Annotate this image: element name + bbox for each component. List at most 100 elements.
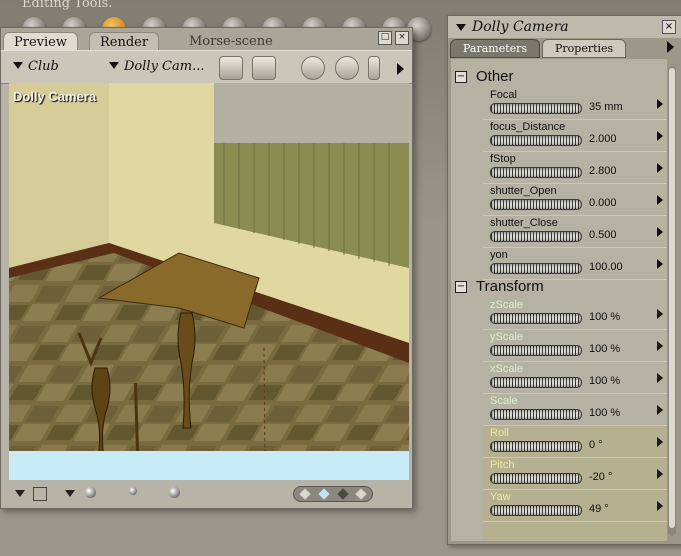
param-row[interactable]: Roll 0 ° <box>483 426 667 458</box>
param-row[interactable]: focus_Distance 2.000 <box>483 120 667 152</box>
close-icon[interactable]: × <box>662 20 676 34</box>
param-row[interactable]: zScale 100 % <box>483 298 667 330</box>
param-menu-arrow-icon[interactable] <box>657 469 663 479</box>
group-other[interactable]: − Other <box>451 67 667 87</box>
param-menu-arrow-icon[interactable] <box>657 373 663 383</box>
maximize-icon[interactable]: □ <box>378 31 392 45</box>
camera-marquee-icon[interactable] <box>252 56 276 80</box>
param-dial[interactable] <box>490 473 582 484</box>
preview-toolbar: Club Dolly Cam... <box>1 50 412 84</box>
param-menu-arrow-icon[interactable] <box>657 501 663 511</box>
figure-dropdown[interactable]: Club <box>13 59 59 74</box>
param-value[interactable]: 35 mm <box>589 101 623 113</box>
3d-viewport[interactable]: Dolly Camera <box>9 83 409 480</box>
param-menu-arrow-icon[interactable] <box>657 195 663 205</box>
lighting-dropdown-icon[interactable] <box>65 490 75 497</box>
param-menu-arrow-icon[interactable] <box>657 131 663 141</box>
param-value[interactable]: 100.00 <box>589 261 623 273</box>
multi-sphere-icon[interactable] <box>129 487 137 495</box>
param-row[interactable]: shutter_Open 0.000 <box>483 184 667 216</box>
param-dial[interactable] <box>490 313 582 324</box>
param-value[interactable]: 2.800 <box>589 165 617 177</box>
param-menu-arrow-icon[interactable] <box>657 309 663 319</box>
param-value[interactable]: -20 ° <box>589 471 612 483</box>
param-value[interactable]: 100 % <box>589 311 620 323</box>
tab-properties[interactable]: Properties <box>542 39 627 58</box>
param-name: fStop <box>490 153 516 165</box>
layout-dot-icon[interactable] <box>355 488 367 500</box>
param-row[interactable]: fStop 2.800 <box>483 152 667 184</box>
param-dial[interactable] <box>490 409 582 420</box>
param-dial[interactable] <box>490 505 582 516</box>
param-dial[interactable] <box>490 231 582 242</box>
panel-title-bar: Dolly Camera × <box>448 16 681 38</box>
param-value[interactable]: 0 ° <box>589 439 603 451</box>
param-row[interactable]: yon 100.00 <box>483 248 667 280</box>
group-label: Other <box>476 68 514 85</box>
preview-tabbar: Preview Render Morse-scene □ × <box>1 28 412 52</box>
toolbar-more-arrow-icon[interactable] <box>397 63 404 75</box>
param-name: Focal <box>490 89 517 101</box>
param-row[interactable]: Pitch -20 ° <box>483 458 667 490</box>
render-sphere-icon[interactable] <box>169 487 180 498</box>
param-dial[interactable] <box>490 167 582 178</box>
tab-preview[interactable]: Preview <box>3 32 78 52</box>
param-row[interactable]: shutter_Close 0.500 <box>483 216 667 248</box>
camera-select-icon[interactable] <box>219 56 243 80</box>
param-value[interactable]: 0.000 <box>589 197 617 209</box>
param-value[interactable]: 2.000 <box>589 133 617 145</box>
tab-morse-scene[interactable]: Morse-scene <box>179 32 283 51</box>
layout-dot-icon[interactable] <box>318 488 330 500</box>
param-row[interactable]: xScale 100 % <box>483 362 667 394</box>
collapse-icon[interactable]: − <box>455 71 467 83</box>
layout-dot-icon[interactable] <box>337 488 349 500</box>
param-menu-arrow-icon[interactable] <box>657 99 663 109</box>
param-menu-arrow-icon[interactable] <box>657 163 663 173</box>
param-menu-arrow-icon[interactable] <box>657 227 663 237</box>
param-name: xScale <box>490 363 524 375</box>
param-row-partial[interactable] <box>483 522 667 541</box>
param-dial[interactable] <box>490 199 582 210</box>
param-dial[interactable] <box>490 103 582 114</box>
param-row[interactable]: Focal 35 mm <box>483 88 667 120</box>
panel-menu-arrow-icon[interactable] <box>667 41 674 53</box>
param-menu-arrow-icon[interactable] <box>657 405 663 415</box>
chevron-down-icon[interactable] <box>456 24 466 31</box>
tab-render[interactable]: Render <box>89 32 160 52</box>
param-row[interactable]: yScale 100 % <box>483 330 667 362</box>
param-value[interactable]: 49 ° <box>589 503 609 515</box>
panel-title: Dolly Camera <box>472 19 569 35</box>
layout-dot-icon[interactable] <box>299 488 311 500</box>
param-value[interactable]: 100 % <box>589 375 620 387</box>
scrollbar-thumb[interactable] <box>669 68 675 528</box>
param-dial[interactable] <box>490 263 582 274</box>
shaded-sphere-icon[interactable] <box>85 487 96 498</box>
rotate-trackball-icon[interactable] <box>301 56 325 80</box>
param-menu-arrow-icon[interactable] <box>657 341 663 351</box>
param-value[interactable]: 0.500 <box>589 229 617 241</box>
param-row[interactable]: Scale 100 % <box>483 394 667 426</box>
camera-dolly-icon[interactable] <box>368 56 380 80</box>
param-dial[interactable] <box>490 345 582 356</box>
tab-parameters[interactable]: Parameters <box>450 39 541 58</box>
param-menu-arrow-icon[interactable] <box>657 259 663 269</box>
collapse-icon[interactable]: − <box>455 281 467 293</box>
close-icon[interactable]: × <box>395 31 409 45</box>
panel-scrollbar[interactable] <box>668 66 676 536</box>
group-transform[interactable]: − Transform <box>451 277 667 297</box>
camera-dropdown[interactable]: Dolly Cam... <box>109 59 204 74</box>
param-dial[interactable] <box>490 377 582 388</box>
scene-render <box>9 83 409 480</box>
param-dial[interactable] <box>490 441 582 452</box>
viewport-camera-label: Dolly Camera <box>13 89 97 104</box>
display-square-icon[interactable] <box>33 487 47 501</box>
param-value[interactable]: 100 % <box>589 407 620 419</box>
parameter-list: − Other Focal 35 mm focus_Distance 2.000… <box>451 59 667 541</box>
param-value[interactable]: 100 % <box>589 343 620 355</box>
param-menu-arrow-icon[interactable] <box>657 437 663 447</box>
move-cross-icon[interactable] <box>335 56 359 80</box>
viewport-strip <box>9 451 409 480</box>
param-row[interactable]: Yaw 49 ° <box>483 490 667 522</box>
param-dial[interactable] <box>490 135 582 146</box>
display-style-dropdown-icon[interactable] <box>15 490 25 497</box>
